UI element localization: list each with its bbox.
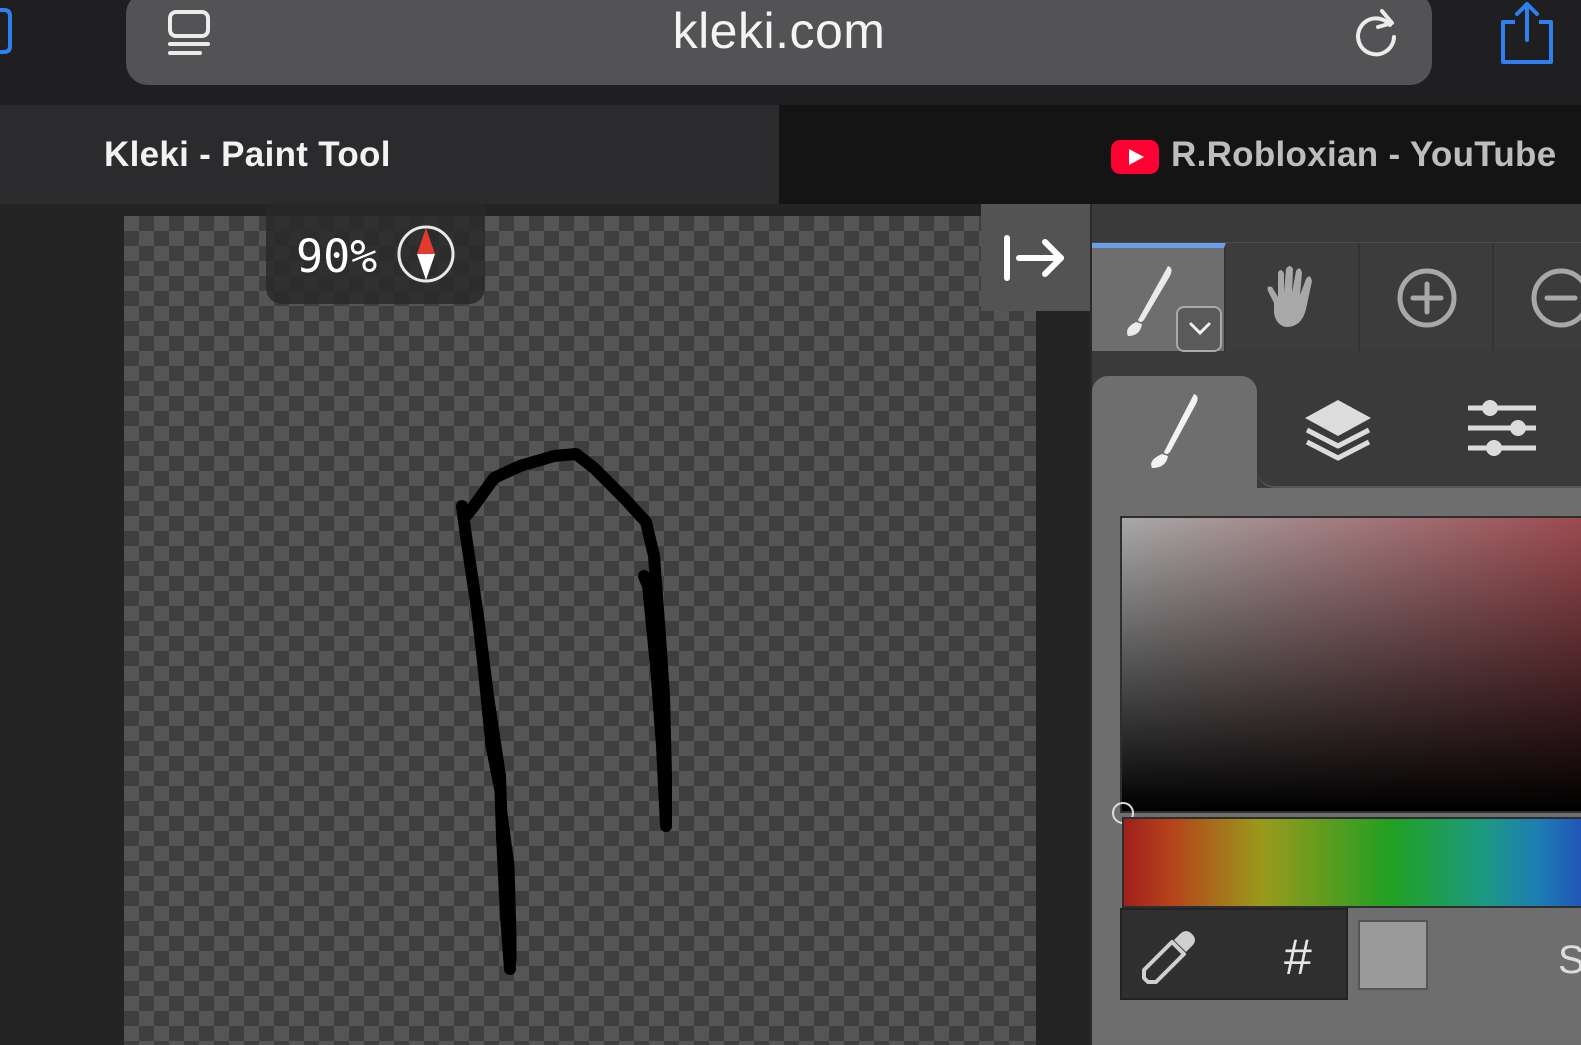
brush-icon — [1127, 266, 1172, 336]
settings-sliders-icon — [1468, 400, 1536, 456]
tool-zoom-out[interactable] — [1494, 243, 1581, 351]
youtube-icon — [1111, 140, 1159, 174]
tool-panel: # S — [1090, 204, 1581, 1045]
tab-brush-settings[interactable] — [1092, 376, 1257, 488]
browser-top-bar: kleki.com — [0, 0, 1581, 105]
collapse-arrow-icon — [1004, 235, 1064, 281]
compass-icon[interactable] — [396, 224, 456, 284]
zoom-out-icon — [1531, 268, 1581, 328]
tab-kleki[interactable]: Kleki - Paint Tool — [0, 105, 779, 204]
sidebar-toggle-icon[interactable] — [0, 6, 12, 56]
eyedropper-button[interactable]: # — [1120, 908, 1348, 1000]
zoom-indicator[interactable]: 90% — [266, 204, 485, 304]
tab-layers[interactable] — [1257, 376, 1420, 488]
drawing-canvas[interactable] — [124, 216, 1036, 1045]
brush-icon — [1151, 394, 1198, 468]
zoom-in-icon — [1397, 268, 1457, 328]
brush-panel-body: # S — [1092, 488, 1581, 1045]
reload-icon[interactable] — [1352, 5, 1402, 61]
saturation-value-picker[interactable] — [1112, 516, 1581, 824]
brush-stroke — [456, 448, 672, 975]
tool-brush[interactable] — [1092, 243, 1226, 352]
hue-slider[interactable] — [1122, 817, 1581, 908]
hand-icon — [1267, 266, 1312, 327]
truncated-label: S — [1558, 938, 1581, 982]
share-icon[interactable] — [1497, 0, 1557, 66]
tab-youtube[interactable]: R.Robloxian - YouTube — [779, 105, 1581, 204]
collapse-panel-button[interactable] — [981, 204, 1090, 311]
tool-hand[interactable] — [1226, 243, 1360, 351]
address-bar[interactable]: kleki.com — [126, 0, 1432, 85]
chevron-down-icon — [1189, 322, 1211, 336]
hex-label: # — [1284, 929, 1312, 985]
current-color-swatch[interactable] — [1358, 920, 1428, 990]
panel-tabs — [1092, 376, 1581, 488]
layers-icon — [1305, 400, 1371, 461]
tab-settings[interactable] — [1420, 376, 1581, 488]
tool-zoom-in[interactable] — [1360, 243, 1494, 351]
workspace: 90% — [0, 204, 1090, 1045]
tab-title: R.Robloxian - YouTube — [1171, 135, 1557, 174]
url-text[interactable]: kleki.com — [126, 2, 1432, 60]
color-input-row: # S — [1120, 908, 1581, 1000]
tab-title: Kleki - Paint Tool — [104, 135, 391, 174]
zoom-value: 90% — [296, 230, 378, 283]
toolbar — [1092, 242, 1581, 352]
tab-strip: Kleki - Paint Tool R.Robloxian - YouTube — [0, 105, 1581, 204]
eyedropper-icon — [1142, 931, 1195, 984]
brush-dropdown-button[interactable] — [1176, 306, 1222, 352]
